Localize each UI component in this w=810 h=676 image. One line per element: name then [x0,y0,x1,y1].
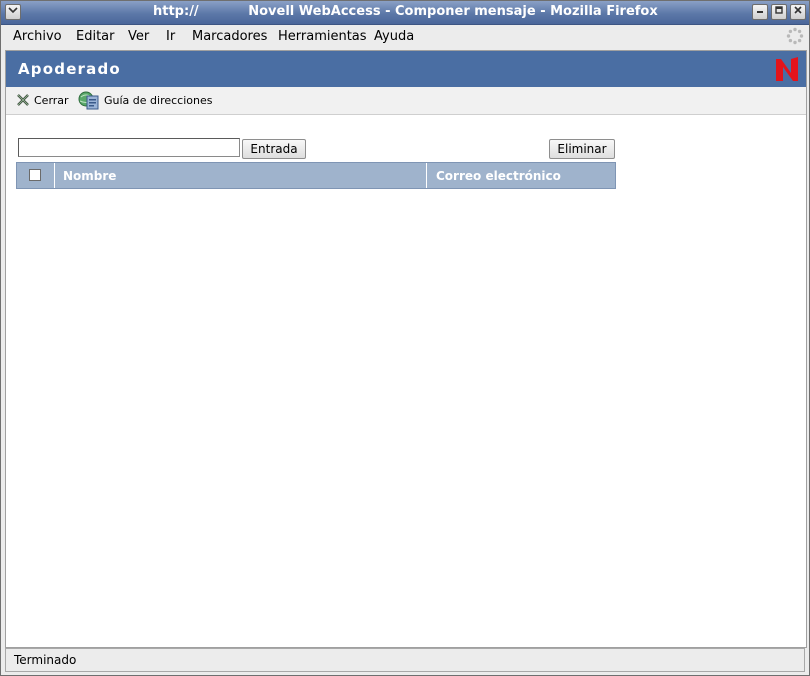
close-x-icon [17,94,29,106]
minimize-icon [757,11,763,13]
menu-marcadores[interactable]: Marcadores [192,29,267,44]
select-all-cell [17,163,55,188]
title-bar[interactable]: http:// Novell WebAccess - Componer mens… [1,1,809,25]
window-title: Novell WebAccess - Componer mensaje - Mo… [248,4,658,19]
novell-logo-icon [776,57,798,81]
browser-window: http:// Novell WebAccess - Componer mens… [0,0,810,676]
minimize-button[interactable] [752,4,768,20]
select-all-checkbox[interactable] [29,169,41,181]
maximize-icon [775,6,783,14]
column-header-email[interactable]: Correo electrónico [428,163,615,188]
menu-editar[interactable]: Editar [76,29,115,44]
entry-input[interactable] [18,138,240,157]
proxy-table-header: Nombre Correo electrónico [16,162,616,189]
page-content: Apoderado Cerrar Guía de direcciones Ent… [5,50,807,648]
toolbar: Cerrar Guía de direcciones [6,87,806,115]
menu-herramientas[interactable]: Herramientas [278,29,367,44]
menu-ir[interactable]: Ir [166,29,175,44]
close-button[interactable]: Cerrar [16,91,69,109]
address-book-label: Guía de direcciones [104,93,213,107]
delete-button[interactable]: Eliminar [549,139,615,159]
menu-archivo[interactable]: Archivo [13,29,62,44]
page-banner: Apoderado [6,51,806,87]
menu-bar: Archivo Editar Ver Ir Marcadores Herrami… [2,25,808,49]
address-book-icon [78,91,99,110]
status-text: Terminado [14,653,77,667]
close-button-label: Cerrar [34,93,69,107]
close-icon [794,6,802,14]
close-window-button[interactable] [790,4,806,20]
throbber-icon [786,27,804,45]
status-bar: Terminado [5,648,805,672]
menu-ver[interactable]: Ver [128,29,149,44]
address-book-button[interactable]: Guía de direcciones [78,91,213,110]
page-title: Apoderado [18,60,121,78]
column-header-name[interactable]: Nombre [55,163,427,188]
menu-ayuda[interactable]: Ayuda [374,29,414,44]
entry-button[interactable]: Entrada [242,139,306,159]
maximize-button[interactable] [771,4,787,20]
